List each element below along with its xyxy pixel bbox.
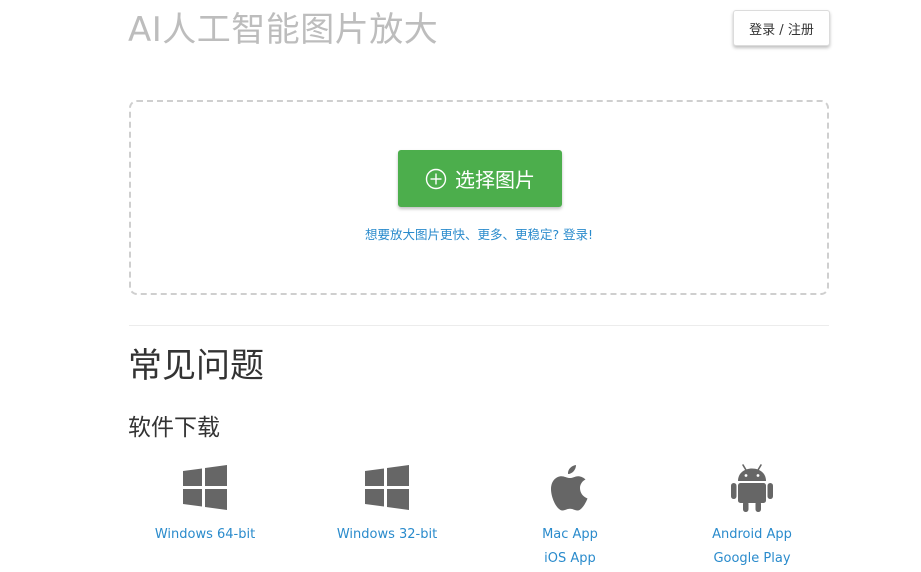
login-register-button[interactable]: 登录 / 注册: [733, 10, 830, 46]
ios-app-link[interactable]: iOS App: [480, 547, 660, 571]
android-icon: [731, 464, 773, 512]
windows-icon: [365, 465, 409, 510]
downloads-title: 软件下载: [128, 415, 220, 441]
download-android: Android App Google Play: [662, 463, 842, 571]
apple-icon: [551, 465, 588, 511]
login-upsell-link[interactable]: 想要放大图片更快、更多、更稳定? 登录!: [131, 224, 827, 243]
windows-32-link[interactable]: Windows 32-bit: [297, 523, 477, 547]
windows-64-link[interactable]: Windows 64-bit: [115, 523, 295, 547]
google-play-link[interactable]: Google Play: [662, 547, 842, 571]
download-windows-64: Windows 64-bit: [115, 463, 295, 547]
faq-title: 常见问题: [128, 346, 264, 386]
section-divider: [129, 325, 829, 326]
upload-dropzone[interactable]: 选择图片 想要放大图片更快、更多、更稳定? 登录!: [129, 100, 829, 295]
select-image-label: 选择图片: [455, 168, 535, 192]
download-apple: Mac App iOS App: [480, 463, 660, 571]
android-app-link[interactable]: Android App: [662, 523, 842, 547]
windows-icon: [183, 465, 227, 510]
select-image-button[interactable]: 选择图片: [398, 150, 562, 207]
download-windows-32: Windows 32-bit: [297, 463, 477, 547]
mac-app-link[interactable]: Mac App: [480, 523, 660, 547]
plus-circle-icon: [425, 168, 447, 189]
site-title: AI人工智能图片放大: [128, 10, 439, 50]
page: AI人工智能图片放大 登录 / 注册 选择图片 想要放大图片更快、更多、更稳定?…: [0, 0, 921, 572]
